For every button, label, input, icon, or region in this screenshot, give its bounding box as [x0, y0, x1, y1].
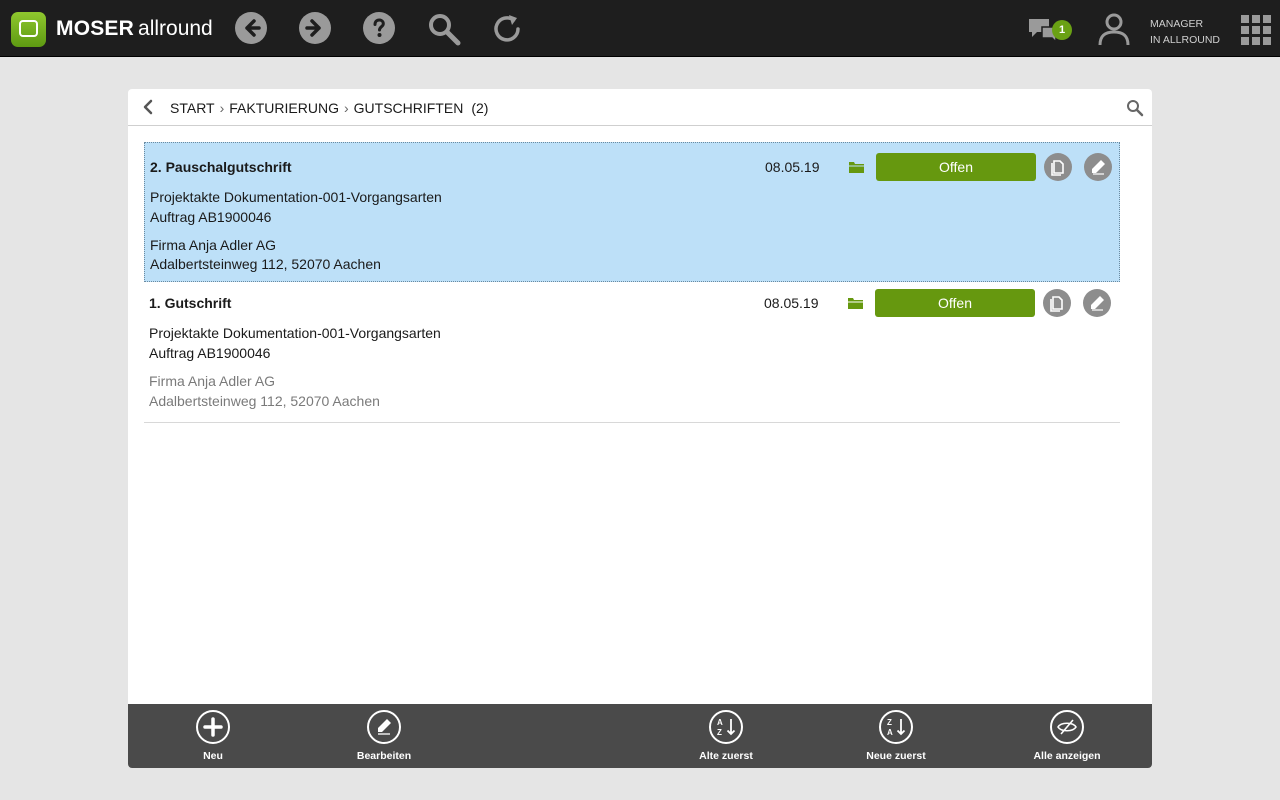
top-bar: MOSER allround 1 MANAGER IN ALLROUND: [0, 0, 1280, 57]
app-title-bold: MOSER: [56, 17, 135, 40]
refresh-button[interactable]: [491, 12, 525, 46]
messages-button[interactable]: 1: [1027, 15, 1075, 47]
list-item[interactable]: 1. Gutschrift 08.05.19 Offen Projektakte…: [144, 283, 1120, 423]
user-icon: [1098, 13, 1130, 46]
user-role-line1: MANAGER: [1150, 18, 1204, 30]
sort-newest-first-button[interactable]: ZA Neue zuerst: [846, 710, 946, 766]
edit-icon: [367, 710, 401, 744]
new-button-label: Neu: [203, 750, 223, 762]
edit-button[interactable]: [1084, 153, 1112, 181]
edit-icon: [1091, 296, 1104, 311]
back-button[interactable]: [235, 12, 269, 46]
svg-text:Z: Z: [887, 718, 892, 727]
item-project: Projektakte Dokumentation-001-Vorgangsar…: [150, 189, 442, 205]
item-order: Auftrag AB1900046: [150, 209, 272, 225]
status-button[interactable]: Offen: [876, 153, 1036, 181]
copy-button[interactable]: [1043, 289, 1071, 317]
list-search-icon[interactable]: [1126, 99, 1144, 117]
breadcrumb-fakturierung[interactable]: FAKTURIERUNG: [229, 100, 339, 116]
breadcrumb-back-icon[interactable]: [140, 99, 156, 115]
breadcrumb-separator: ›: [343, 100, 349, 116]
item-company: Firma Anja Adler AG: [150, 237, 277, 253]
edit-icon: [1092, 160, 1105, 175]
sort-za-icon: ZA: [879, 710, 913, 744]
item-address: Adalbertsteinweg 112, 52070 Aachen: [150, 256, 381, 272]
sort-newest-label: Neue zuerst: [866, 750, 926, 762]
breadcrumb-separator: ›: [219, 100, 225, 116]
breadcrumb-bar: START › FAKTURIERUNG › GUTSCHRIFTEN (2): [128, 89, 1152, 126]
edit-selected-button[interactable]: Bearbeiten: [334, 710, 434, 766]
breadcrumb-gutschriften: GUTSCHRIFTEN: [353, 100, 464, 116]
item-company: Firma Anja Adler AG: [149, 373, 276, 389]
edit-button-label: Bearbeiten: [356, 750, 412, 762]
refresh-icon: [494, 15, 520, 42]
content-panel: START › FAKTURIERUNG › GUTSCHRIFTEN (2) 2. Pa…: [128, 89, 1152, 768]
eye-off-icon: [1050, 710, 1084, 744]
search-icon: [429, 14, 461, 46]
bottom-toolbar: Neu Bearbeiten AZ Alte zuerst ZA Neue zu…: [128, 704, 1152, 768]
help-icon: [363, 12, 395, 44]
app-title: MOSER allround: [56, 17, 213, 41]
svg-text:A: A: [887, 728, 893, 737]
sort-oldest-first-button[interactable]: AZ Alte zuerst: [676, 710, 776, 766]
folder-icon[interactable]: [848, 297, 863, 309]
breadcrumb: START › FAKTURIERUNG › GUTSCHRIFTEN (2): [170, 100, 488, 116]
copy-button[interactable]: [1044, 153, 1072, 181]
svg-text:Z: Z: [717, 728, 722, 737]
help-button[interactable]: [363, 12, 397, 46]
back-icon: [235, 12, 267, 44]
apps-grid-icon[interactable]: [1241, 15, 1271, 45]
item-date: 08.05.19: [765, 159, 820, 175]
plus-icon: [196, 710, 230, 744]
status-button[interactable]: Offen: [875, 289, 1035, 317]
show-all-button[interactable]: Alle anzeigen: [1017, 710, 1117, 766]
logo-bubble-icon: [19, 20, 38, 37]
forward-icon: [299, 12, 331, 44]
app-title-light: allround: [138, 17, 213, 40]
item-address: Adalbertsteinweg 112, 52070 Aachen: [149, 393, 380, 409]
folder-icon[interactable]: [849, 161, 864, 173]
item-order: Auftrag AB1900046: [149, 345, 271, 361]
copy-icon: [1050, 296, 1063, 312]
copy-icon: [1051, 160, 1064, 176]
user-button[interactable]: [1096, 11, 1132, 47]
user-role-label[interactable]: MANAGER IN ALLROUND: [1150, 16, 1220, 48]
item-date: 08.05.19: [764, 295, 819, 311]
user-role-line2: IN ALLROUND: [1150, 34, 1221, 46]
item-title: 1. Gutschrift: [149, 295, 232, 311]
show-all-label: Alle anzeigen: [1033, 750, 1101, 762]
item-title: 2. Pauschalgutschrift: [150, 159, 292, 175]
new-button[interactable]: Neu: [163, 710, 263, 766]
sort-oldest-label: Alte zuerst: [699, 750, 753, 762]
list-item[interactable]: 2. Pauschalgutschrift 08.05.19 Offen Pro…: [144, 142, 1120, 282]
sort-az-icon: AZ: [709, 710, 743, 744]
app-logo[interactable]: [11, 12, 46, 47]
item-project: Projektakte Dokumentation-001-Vorgangsar…: [149, 325, 441, 341]
search-button[interactable]: [427, 12, 461, 46]
edit-button[interactable]: [1083, 289, 1111, 317]
svg-text:A: A: [717, 718, 723, 727]
messages-count-badge: 1: [1052, 20, 1072, 40]
forward-button[interactable]: [299, 12, 333, 46]
breadcrumb-start[interactable]: START: [170, 100, 215, 116]
breadcrumb-count: (2): [471, 100, 489, 116]
